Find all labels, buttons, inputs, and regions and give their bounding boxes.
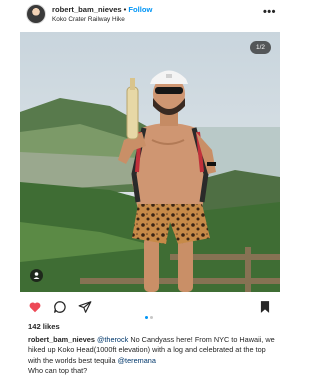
heart-icon[interactable] [28, 300, 42, 314]
carousel-dot [150, 316, 153, 319]
likes-count[interactable]: 142 likes [28, 322, 60, 331]
post-header: robert_bam_nieves • Follow Koko Crater Rai… [0, 0, 300, 30]
separator-dot: • [123, 5, 127, 14]
carousel-dots [145, 306, 159, 319]
action-bar [0, 297, 300, 319]
follow-button[interactable]: Follow [128, 5, 152, 14]
caption-text-2: Who can top that? [28, 366, 88, 375]
hiker-photo [20, 32, 280, 292]
caption-username[interactable]: robert_bam_nieves [28, 335, 95, 344]
person-tag-icon[interactable] [30, 269, 43, 282]
mention-teremana[interactable]: @teremana [118, 356, 156, 365]
share-icon[interactable] [78, 300, 92, 314]
avatar[interactable] [26, 4, 46, 24]
image-counter: 1/2 [250, 41, 271, 54]
post-caption: robert_bam_nieves @therock No Candyass h… [28, 335, 278, 375]
username[interactable]: robert_bam_nieves [52, 5, 122, 14]
post-photo[interactable]: 1/2 [20, 32, 280, 292]
carousel-dot-active [145, 316, 148, 319]
username-row: robert_bam_nieves • Follow [52, 5, 152, 14]
bookmark-icon[interactable] [258, 300, 272, 314]
location-link[interactable]: Koko Crater Railway Hike [52, 16, 125, 23]
comment-icon[interactable] [53, 300, 67, 314]
mention-therock[interactable]: @therock [97, 335, 128, 344]
more-icon[interactable]: ••• [263, 6, 276, 18]
